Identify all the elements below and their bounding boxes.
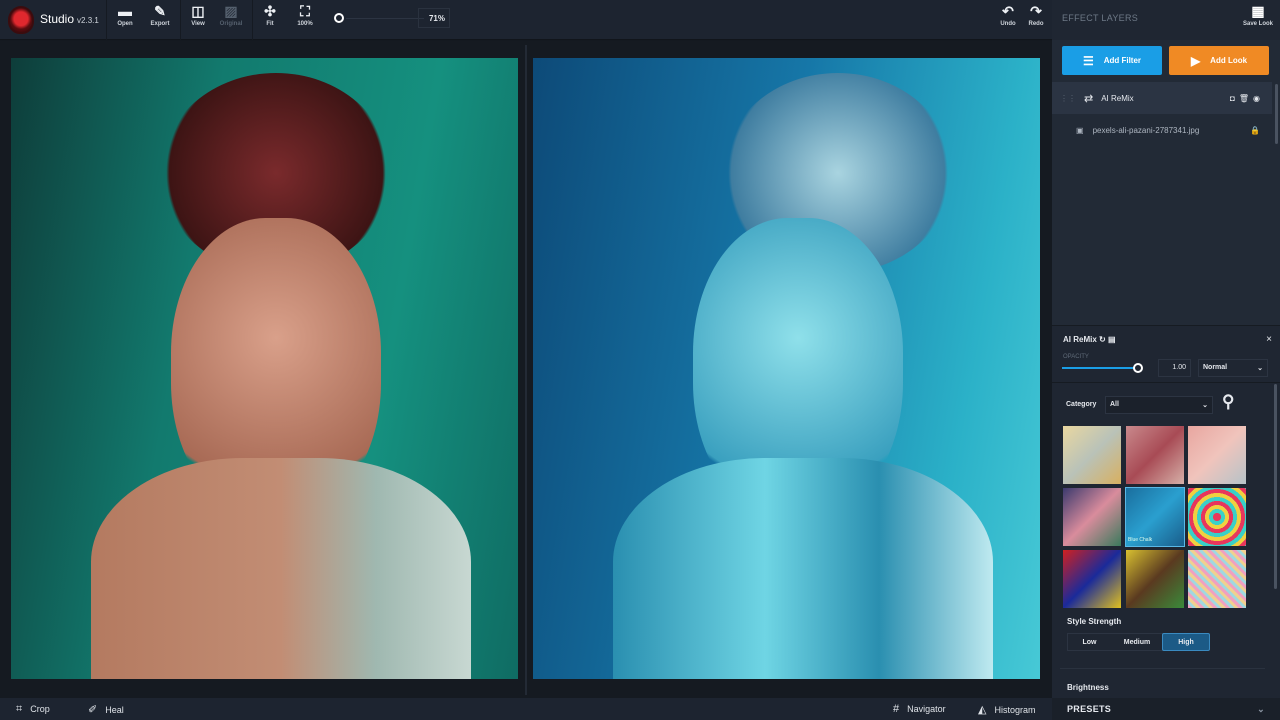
crop-icon: ⌗	[16, 703, 23, 715]
actual-size-button[interactable]: ⛶ 100%	[285, 3, 325, 28]
image-icon: ▨	[224, 3, 238, 19]
remix-title: AI ReMix ↻ ▤	[1063, 335, 1116, 344]
strength-low[interactable]: Low	[1067, 633, 1112, 651]
export-icon: ✎	[154, 3, 166, 19]
navigator-button[interactable]: # Navigator	[893, 703, 946, 715]
top-toolbar: Studio v2.3.1 ▬ Open ✎ Export ◫ View ▨ Origin…	[0, 0, 1052, 40]
chevron-down-icon: ⌄	[1257, 365, 1263, 372]
canvas-area	[0, 41, 1052, 698]
brightness-label: Brightness	[1067, 683, 1109, 692]
app-logo	[8, 6, 34, 34]
trash-icon[interactable]: 🗑	[1239, 94, 1253, 103]
open-button[interactable]: ▬ Open	[105, 3, 145, 28]
zoom-slider[interactable]	[334, 13, 424, 25]
opacity-label: OPACITY	[1063, 354, 1089, 360]
eye-icon[interactable]: ◉	[1253, 94, 1264, 103]
add-look-button[interactable]: ▶ Add Look	[1169, 46, 1269, 75]
redo-icon: ↷	[1030, 3, 1042, 19]
look-icon: ▶	[1190, 53, 1201, 68]
histogram-icon: ◭	[978, 704, 987, 716]
style-thumbnail[interactable]	[1063, 426, 1121, 484]
style-thumbnail[interactable]	[1188, 550, 1246, 608]
search-icon[interactable]: ⚲	[1222, 392, 1234, 412]
style-strength-label: Style Strength	[1067, 617, 1122, 626]
navigator-icon: #	[893, 703, 900, 715]
actual-size-icon: ⛶	[300, 3, 310, 19]
style-thumbnail-blue-chalk[interactable]: Blue Chalk	[1125, 487, 1185, 547]
style-thumbnail[interactable]	[1188, 488, 1246, 546]
histogram-button[interactable]: ◭ Histogram	[978, 703, 1035, 716]
bottom-toolbar: ⌗ Crop ✐ Heal # Navigator ◭ Histogram	[0, 698, 1052, 720]
heal-button[interactable]: ✐ Heal	[88, 703, 124, 716]
folder-icon: ▬	[118, 3, 132, 19]
style-thumbnail[interactable]	[1126, 550, 1184, 608]
styles-scrollbar[interactable]	[1274, 384, 1277, 589]
bandage-icon: ✐	[88, 704, 98, 716]
crop-button[interactable]: ⌗ Crop	[16, 703, 50, 716]
zoom-slider-knob[interactable]	[334, 13, 344, 23]
style-thumbnail[interactable]	[1063, 488, 1121, 546]
fit-button[interactable]: ✣ Fit	[250, 3, 290, 28]
layers-scrollbar[interactable]	[1275, 84, 1278, 144]
drag-handle-icon[interactable]: ⋮⋮	[1060, 94, 1076, 103]
style-thumbnail[interactable]	[1188, 426, 1246, 484]
reset-icon[interactable]: ↻	[1099, 335, 1106, 344]
app-title: Studio v2.3.1	[40, 12, 99, 26]
image-icon: ▣	[1076, 125, 1084, 135]
panel-title: EFFECT LAYERS	[1062, 13, 1139, 23]
save-look-button[interactable]: ▦ Save Look	[1240, 4, 1276, 27]
strength-high[interactable]: High	[1162, 633, 1210, 651]
mask-icon[interactable]: ◘	[1230, 94, 1239, 103]
redo-button[interactable]: ↷ Redo	[1016, 3, 1056, 28]
export-button[interactable]: ✎ Export	[140, 3, 180, 28]
presets-header[interactable]: PRESETS ⌄	[1052, 698, 1280, 720]
original-image	[11, 58, 518, 679]
lock-icon: 🔒	[1250, 125, 1260, 135]
effect-layers-panel: EFFECT LAYERS ▦ Save Look ☰ Add Filter ▶ Ad…	[1052, 0, 1280, 720]
style-thumbnail[interactable]	[1063, 550, 1121, 608]
chevron-down-icon: ⌄	[1202, 402, 1208, 409]
category-select[interactable]: All ⌄	[1105, 396, 1213, 414]
layer-ai-remix[interactable]: ⋮⋮ ⇄ AI ReMix ◘🗑◉	[1052, 82, 1272, 114]
blend-mode-select[interactable]: Normal ⌄	[1198, 359, 1268, 377]
opacity-slider-knob[interactable]	[1133, 363, 1143, 373]
strength-medium[interactable]: Medium	[1112, 633, 1162, 651]
chevron-down-icon: ⌄	[1257, 704, 1265, 714]
fit-icon: ✣	[264, 3, 276, 19]
add-filter-button[interactable]: ☰ Add Filter	[1062, 46, 1162, 75]
style-thumbnail[interactable]	[1126, 426, 1184, 484]
category-label: Category	[1066, 401, 1097, 408]
opacity-slider[interactable]	[1062, 367, 1138, 369]
close-icon[interactable]: ×	[1266, 334, 1272, 345]
grid-plus-icon: ▦	[1251, 3, 1265, 19]
save-icon[interactable]: ▤	[1108, 335, 1116, 344]
split-view-icon: ◫	[191, 3, 205, 19]
swap-icon: ⇄	[1084, 92, 1094, 105]
undo-icon: ↶	[1002, 3, 1014, 19]
split-divider[interactable]	[525, 45, 527, 695]
zoom-value[interactable]: 71%	[418, 8, 450, 28]
original-button[interactable]: ▨ Original	[211, 3, 251, 28]
processed-image	[533, 58, 1040, 679]
layer-image[interactable]: ▣ pexels-ali-pazani-2787341.jpg 🔒	[1052, 114, 1272, 146]
opacity-value[interactable]: 1.00	[1158, 359, 1191, 377]
sliders-icon: ☰	[1082, 53, 1094, 68]
